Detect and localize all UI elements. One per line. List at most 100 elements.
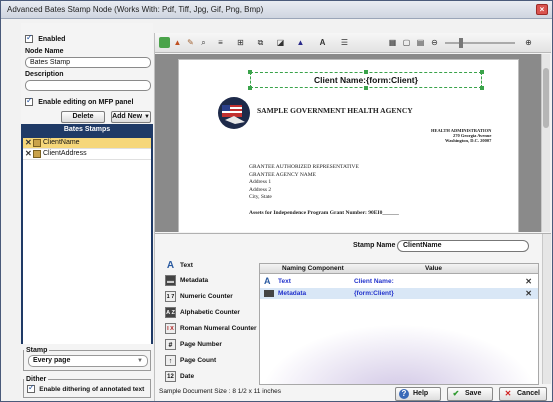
grid-icon[interactable] — [159, 37, 170, 48]
left-panel: Enabled Node Name Bates Stamp Descriptio… — [21, 23, 153, 399]
recipient-line: Address 1 — [249, 179, 272, 185]
zoom-slider[interactable] — [445, 38, 515, 48]
resize-handle[interactable] — [248, 86, 252, 90]
palette-date[interactable]: 12 Date — [165, 371, 194, 383]
layer-icon[interactable]: ⧉ — [255, 37, 266, 48]
stamp-item-clientaddress[interactable]: ✕ ClientAddress — [23, 149, 151, 160]
add-new-button[interactable]: Add New ▼ — [111, 111, 151, 123]
palette-page-count[interactable]: ↑ Page Count — [165, 355, 216, 367]
dither-checkbox-row[interactable]: Enable dithering of annotated text — [27, 383, 144, 393]
resize-handle[interactable] — [480, 86, 484, 90]
font-color-icon[interactable]: A — [317, 37, 328, 48]
palette-alphabetic-counter[interactable]: A Z Alphabetic Counter — [165, 307, 240, 319]
stamp-item-label: ClientAddress — [43, 150, 87, 157]
close-icon[interactable]: × — [536, 4, 548, 15]
zoom-slider-thumb[interactable] — [459, 38, 463, 48]
zoom-icon[interactable]: ⌕ — [198, 37, 209, 48]
stamp-frequency-select[interactable]: Every page ▼ — [28, 355, 148, 367]
fill-color-icon[interactable]: ◪ — [275, 37, 286, 48]
remove-row-icon[interactable]: ✕ — [525, 288, 532, 299]
edit-pencil-icon[interactable] — [33, 150, 41, 158]
palette-metadata[interactable]: ▬ Metadata — [165, 275, 208, 287]
footer-bar: Sample Document Size : 8 1/2 x 11 inches… — [155, 385, 551, 401]
chevron-down-icon: ▼ — [137, 358, 143, 364]
palette-label: Date — [180, 373, 195, 381]
bates-stamps-panel: Bates Stamps ✕ ClientName ✕ ClientAddres… — [21, 124, 153, 344]
pencil-icon[interactable]: ✎ — [185, 37, 196, 48]
edit-pencil-icon[interactable] — [33, 139, 41, 147]
grid-row-metadata[interactable]: Metadata {form:Client} ✕ — [260, 288, 538, 299]
delete-stamp-icon[interactable]: ✕ — [25, 149, 32, 159]
stamp-editor: Stamp Name ClientName A Text ▬ Metadata 1 … — [155, 233, 551, 401]
column-value: Value — [425, 265, 442, 272]
palette-label: Metadata — [180, 277, 209, 285]
help-label: Help — [413, 390, 429, 397]
palette-roman-numeral-counter[interactable]: I X Roman Numeral Counter — [165, 323, 257, 335]
advanced-bates-stamp-dialog: Advanced Bates Stamp Node (Works With: P… — [0, 0, 553, 402]
title-bar: Advanced Bates Stamp Node (Works With: P… — [1, 1, 552, 19]
bates-stamps-list: ✕ ClientName ✕ ClientAddress — [23, 138, 151, 344]
node-name-input[interactable]: Bates Stamp — [25, 57, 151, 68]
enable-editing-checkbox[interactable] — [25, 96, 33, 106]
palette-numeric-counter[interactable]: 1 7 Numeric Counter — [165, 291, 233, 303]
resize-handle[interactable] — [364, 86, 368, 90]
palette-label: Text — [180, 262, 193, 270]
description-label: Description — [25, 71, 64, 78]
preview-scrollbar[interactable] — [541, 54, 550, 232]
dither-group: Dither Enable dithering of annotated tex… — [23, 376, 151, 398]
distribute-icon[interactable]: ⊞ — [235, 37, 246, 48]
editor-scrollbar[interactable] — [542, 234, 551, 384]
recipient-block: GRANTEE AUTHORIZED REPRESENTATIVE GRANTE… — [249, 164, 359, 202]
cancel-button[interactable]: ✕ Cancel — [499, 387, 547, 401]
remove-row-icon[interactable]: ✕ — [525, 276, 532, 287]
row-component: Metadata — [278, 290, 307, 297]
zoom-out-icon[interactable]: ⊖ — [429, 37, 440, 48]
help-icon: ? — [399, 389, 409, 399]
enabled-checkbox-row[interactable]: Enabled — [25, 33, 65, 43]
resize-handle[interactable] — [248, 70, 252, 74]
palette-label: Page Number — [180, 341, 222, 349]
help-button[interactable]: ? Help — [395, 387, 441, 401]
add-new-label: Add New — [112, 113, 143, 120]
resize-handle[interactable] — [364, 70, 368, 74]
grid-row-text[interactable]: A Text Client Name: ✕ — [260, 276, 538, 287]
row-component: Text — [278, 278, 291, 285]
recipient-line: City, State — [249, 194, 272, 200]
thumbnail-icon[interactable]: ▤ — [415, 37, 426, 48]
resize-handle[interactable] — [480, 70, 484, 74]
grid-header: Naming Component Value — [260, 264, 538, 274]
palette-text[interactable]: A Text — [165, 260, 193, 272]
metadata-icon — [264, 290, 274, 297]
enable-editing-row[interactable]: Enable editing on MFP panel — [25, 96, 133, 106]
components-grid: Naming Component Value A Text Client Nam… — [259, 263, 539, 385]
delete-button[interactable]: Delete — [61, 111, 105, 123]
agency-name: SAMPLE GOVERNMENT HEALTH AGENCY — [257, 106, 413, 115]
stamp-name-input[interactable]: ClientName — [397, 240, 529, 252]
description-input[interactable] — [25, 80, 151, 91]
agency-address: HEALTH ADMINISTRATION 270 Georgia Avenue… — [431, 128, 491, 143]
dither-checkbox[interactable] — [27, 383, 35, 393]
delete-stamp-icon[interactable]: ✕ — [25, 138, 32, 148]
fit-page-icon[interactable]: ▦ — [387, 37, 398, 48]
decorative-swirl — [260, 324, 538, 384]
row-value: {form:Client} — [354, 290, 394, 297]
save-button[interactable]: ✔ Save — [447, 387, 493, 401]
node-name-label: Node Name — [25, 48, 64, 55]
text-icon: A — [264, 276, 271, 286]
agency-seal-image — [218, 97, 250, 129]
zoom-in-icon[interactable]: ⊕ — [523, 37, 534, 48]
line-style-icon[interactable]: ☰ — [339, 37, 350, 48]
enabled-checkbox[interactable] — [25, 33, 33, 43]
line-color-icon[interactable]: ▲ — [295, 37, 306, 48]
document-preview[interactable]: Client Name:{form:Client} SAMPLE GOVERNM… — [155, 54, 541, 232]
close-icon: ✕ — [504, 389, 512, 398]
stamp-icon[interactable]: ▲ — [172, 37, 183, 48]
page-number-icon: # — [165, 339, 176, 350]
page-view-icon[interactable]: ▢ — [401, 37, 412, 48]
checkmark-icon: ✔ — [452, 389, 460, 398]
stamp-item-clientname[interactable]: ✕ ClientName — [23, 138, 151, 149]
cancel-label: Cancel — [517, 390, 540, 397]
align-icon[interactable]: ≡ — [215, 37, 226, 48]
preview-scroll-thumb[interactable] — [543, 68, 549, 128]
palette-page-number[interactable]: # Page Number — [165, 339, 222, 351]
